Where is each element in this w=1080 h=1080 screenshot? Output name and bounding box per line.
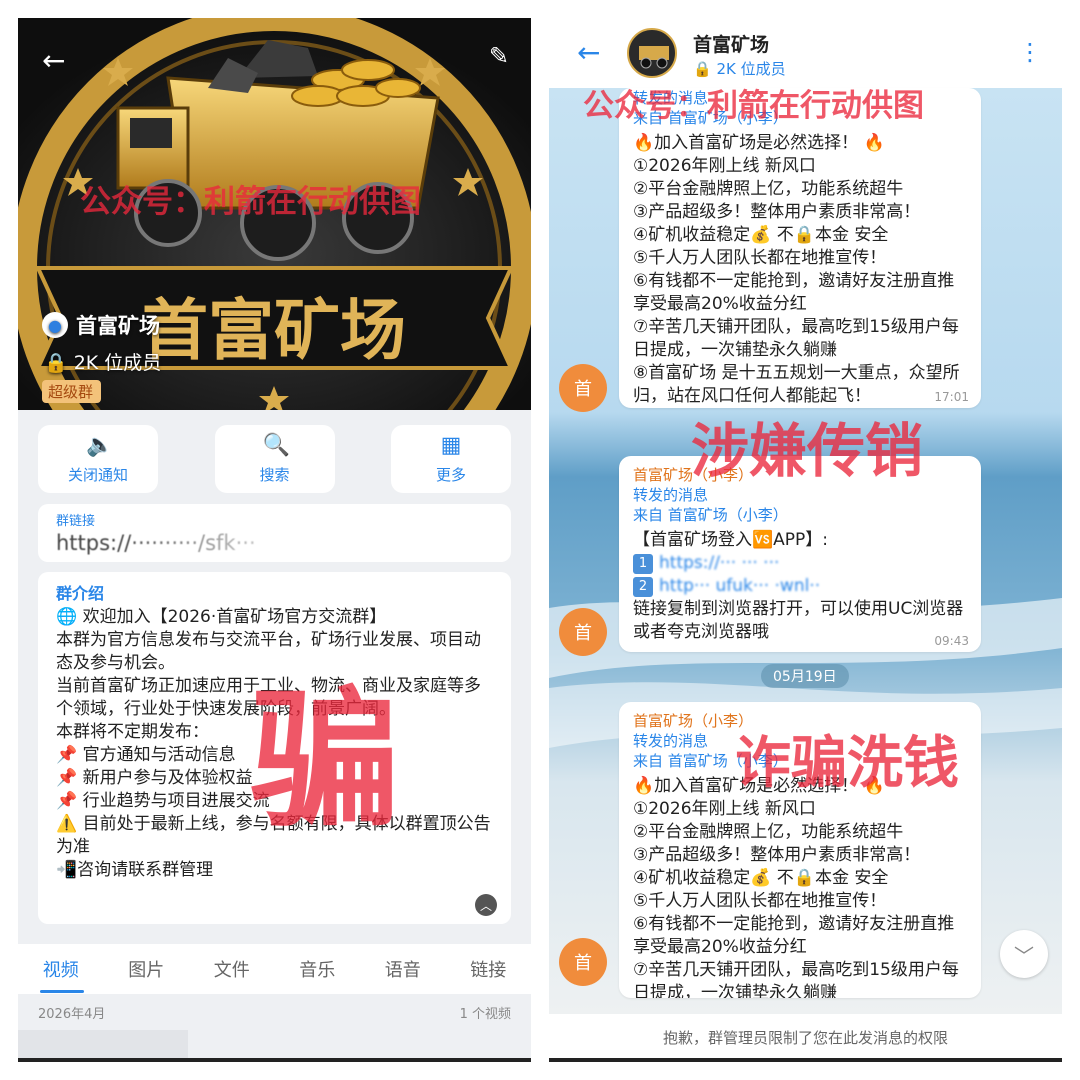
- forwarded-label: 转发的消息: [633, 486, 709, 504]
- group-avatar-icon: ●: [42, 312, 68, 338]
- member-count: 🔒 2K 位成员: [44, 352, 162, 374]
- group-name: ● 首富矿场: [42, 310, 160, 340]
- message-line: ④矿机收益稳定💰 不🔒本金 安全: [633, 225, 889, 245]
- restricted-notice: 抱歉，群管理员限制了您在此发消息的权限: [549, 1014, 1062, 1060]
- watermark-fraud: 诈骗洗钱: [735, 731, 959, 796]
- link-row[interactable]: 2 http··· ufuk··· ·wnl··: [633, 575, 967, 598]
- back-arrow-icon[interactable]: ←: [577, 36, 600, 69]
- chat-member-text: 2K 位成员: [716, 60, 786, 78]
- search-button[interactable]: 🔍 搜索: [214, 425, 335, 493]
- left-bottom-border: [18, 1058, 531, 1062]
- more-label: 更多: [435, 465, 466, 484]
- message-line: ⑦辛苦几天铺开团队，最高吃到15级用户每日提成，一次铺垫永久躺赚: [633, 960, 959, 998]
- message-line: 【首富矿场登入🆚APP】:: [633, 530, 829, 550]
- search-label: 搜索: [259, 465, 290, 484]
- group-link-card[interactable]: 群链接 https://··········/sfk···: [38, 504, 511, 562]
- edit-pencil-icon[interactable]: ✎: [489, 42, 509, 70]
- tab-files[interactable]: 文件: [214, 956, 250, 982]
- watermark-wechat: 公众号：利箭在行动供图: [583, 88, 924, 124]
- link-text[interactable]: http··· ufuk··· ·wnl··: [659, 575, 820, 598]
- tab-music[interactable]: 音乐: [299, 956, 335, 982]
- message-line: ①2026年刚上线 新风口: [633, 156, 816, 176]
- intro-line: 🌐 欢迎加入【2026·首富矿场官方交流群】: [56, 607, 387, 627]
- more-vert-icon[interactable]: ⋮: [1018, 38, 1042, 66]
- message-line: ②平台金融牌照上亿，功能系统超牛: [633, 822, 904, 842]
- tab-voice[interactable]: 语音: [385, 956, 421, 982]
- back-arrow-icon[interactable]: ←: [42, 44, 65, 77]
- tab-images[interactable]: 图片: [128, 956, 164, 982]
- number-1-icon: 1: [633, 553, 653, 574]
- blur-mask: [130, 532, 450, 558]
- super-group-badge: 超级群: [42, 380, 102, 403]
- watermark-scam: 骗: [250, 674, 401, 848]
- message-line: ②平台金融牌照上亿，功能系统超牛: [633, 179, 904, 199]
- group-link-title: 群链接: [56, 514, 96, 529]
- watermark-pyramid: 涉嫌传销: [691, 417, 924, 485]
- message-time: 09:43: [934, 634, 969, 648]
- media-section-header: 2026年4月 1 个视频: [18, 994, 531, 1030]
- intro-line: 📲咨询请联系群管理: [56, 860, 214, 880]
- message-body: 【首富矿场登入🆚APP】: 1 https://··· ··· ··· 2 http…: [633, 529, 967, 644]
- sender-avatar[interactable]: 首: [559, 364, 607, 412]
- group-name-text: 首富矿场: [76, 314, 160, 338]
- message-body: 🔥加入首富矿场是必然选择！ 🔥 ①2026年刚上线 新风口 ②平台金融牌照上亿，…: [633, 132, 967, 408]
- message-line: ⑤千人万人团队长都在地推宣传！: [633, 248, 887, 268]
- media-count: 1 个视频: [459, 1006, 511, 1022]
- message-line: ⑤千人万人团队长都在地推宣传！: [633, 891, 887, 911]
- more-button[interactable]: ▦ 更多: [391, 425, 511, 493]
- group-info-screen: 首富矿场 ← ✎ ● 首富矿场 🔒 2K 位成员 超级群 公众号：利箭在行动供图…: [18, 18, 531, 1060]
- link-text[interactable]: https://··· ··· ···: [659, 552, 779, 575]
- message-body: 🔥加入首富矿场是必然选择！ 🔥 ①2026年刚上线 新风口 ②平台金融牌照上亿，…: [633, 775, 967, 998]
- number-2-icon: 2: [633, 576, 653, 597]
- message-line: ⑥有钱都不一定能抢到，邀请好友注册直推享受最高20%收益分红: [633, 271, 955, 314]
- intro-line: 本群为官方信息发布与交流平台，矿场行业发展、项目动态及参与机会。: [56, 630, 481, 673]
- message-line: ①2026年刚上线 新风口: [633, 799, 816, 819]
- message-line: ⑦辛苦几天铺开团队，最高吃到15级用户每日提成，一次铺垫永久躺赚: [633, 317, 959, 360]
- collapse-chevron-icon[interactable]: ︿: [475, 894, 497, 916]
- chat-member-count: 🔒 2K 位成员: [693, 60, 786, 78]
- video-thumbnail[interactable]: [18, 1030, 188, 1060]
- sender-avatar[interactable]: 首: [559, 608, 607, 656]
- message-line: ⑧首富矿场 是十五五规划一大重点，众望所归，站在风口任何人都能起飞！: [633, 363, 960, 406]
- message-line: ④矿机收益稳定💰 不🔒本金 安全: [633, 868, 889, 888]
- chat-screen: ← 首富矿场 🔒 2K 位成员 ⋮ 转发的消息 来自 首富矿场（小李） 🔥加入首…: [549, 18, 1062, 1060]
- scroll-down-chevron-icon[interactable]: ﹀: [1000, 930, 1048, 978]
- message-line: 🔥加入首富矿场是必然选择！ 🔥: [633, 133, 885, 153]
- message-line: ③产品超级多！整体用户素质非常高！: [633, 202, 921, 222]
- speaker-icon: 🔈: [86, 432, 114, 458]
- grid-icon: ▦: [440, 432, 462, 458]
- media-month: 2026年4月: [38, 1006, 106, 1022]
- banner-title: 首富矿场: [142, 292, 406, 369]
- tab-video[interactable]: 视频: [43, 956, 79, 982]
- media-tabs: 视频 图片 文件 音乐 语音 链接: [18, 944, 531, 994]
- message-line: ⑥有钱都不一定能抢到，邀请好友注册直推享受最高20%收益分红: [633, 914, 955, 957]
- link-row[interactable]: 1 https://··· ··· ···: [633, 552, 967, 575]
- forwarded-from[interactable]: 来自 首富矿场（小李）: [633, 505, 967, 525]
- tab-underline: [40, 990, 84, 993]
- watermark-wechat: 公众号：利箭在行动供图: [80, 184, 421, 220]
- sender-avatar[interactable]: 首: [559, 938, 607, 986]
- date-separator: 05月19日: [761, 664, 849, 688]
- right-bottom-border: [549, 1058, 1062, 1062]
- group-intro-title: 群介绍: [56, 584, 105, 603]
- action-row: 🔈 关闭通知 🔍 搜索 ▦ 更多: [38, 425, 511, 493]
- search-doc-icon: 🔍: [262, 432, 290, 458]
- mute-label: 关闭通知: [67, 465, 128, 484]
- message-line: 链接复制到浏览器打开，可以使用UC浏览器或者夸克浏览器哦: [633, 599, 964, 642]
- chat-title: 首富矿场: [693, 34, 770, 56]
- message-time: 17:01: [934, 390, 969, 404]
- chat-app-bar: ← 首富矿场 🔒 2K 位成员 ⋮: [549, 18, 1062, 88]
- mute-notification-button[interactable]: 🔈 关闭通知: [38, 425, 158, 493]
- member-count-text: 2K 位成员: [73, 352, 162, 374]
- message-line: ③产品超级多！整体用户素质非常高！: [633, 845, 921, 865]
- message-bubble[interactable]: 转发的消息 来自 首富矿场（小李） 🔥加入首富矿场是必然选择！ 🔥 ①2026年…: [619, 88, 981, 408]
- group-avatar[interactable]: [627, 28, 677, 78]
- tab-links[interactable]: 链接: [470, 956, 506, 982]
